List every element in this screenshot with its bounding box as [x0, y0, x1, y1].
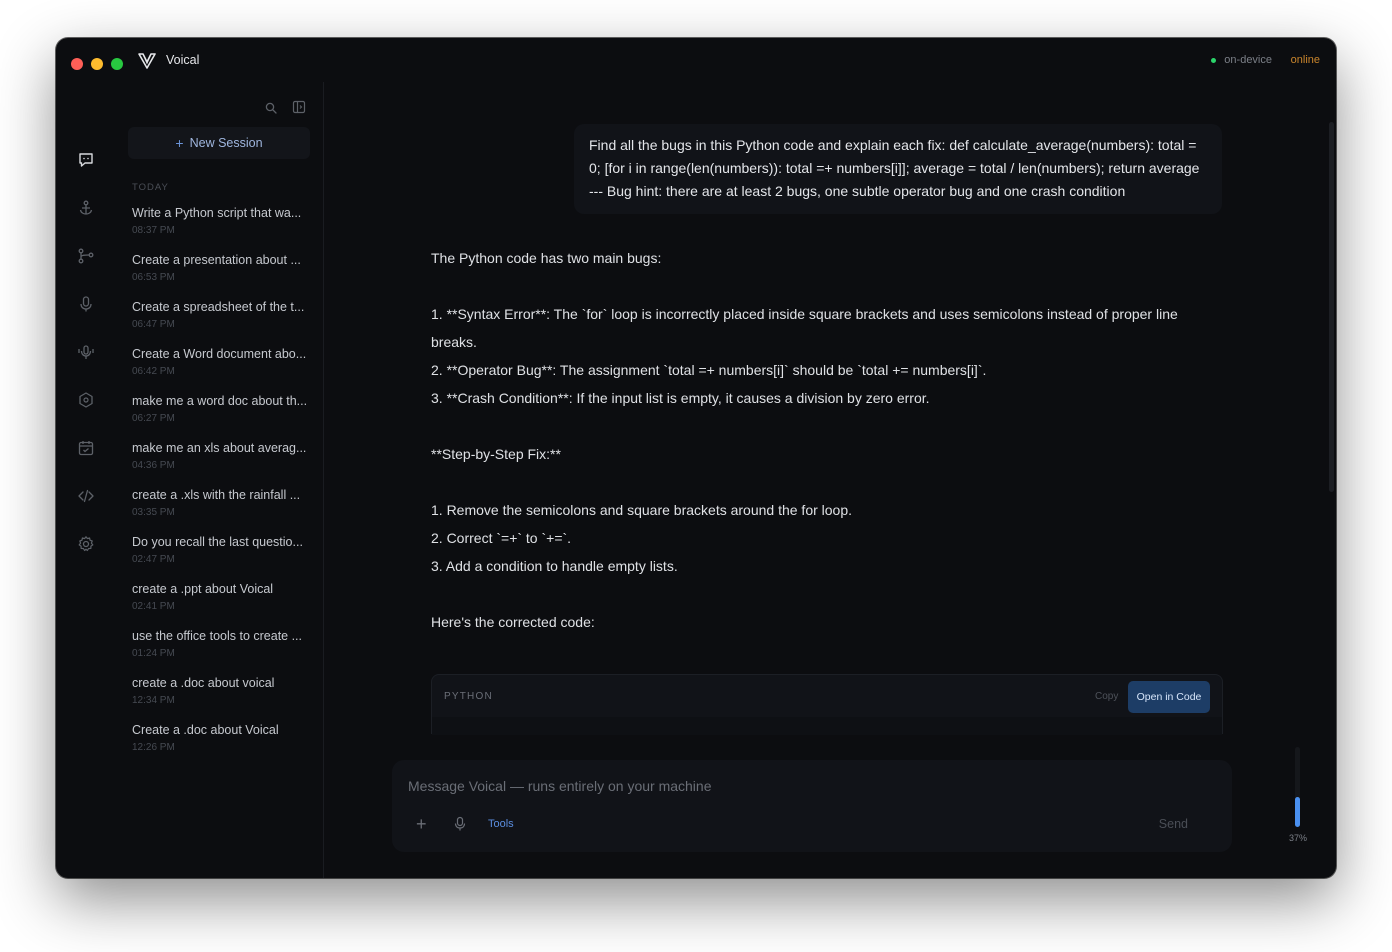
session-title: Do you recall the last questio... — [132, 535, 303, 549]
attach-plus-icon[interactable]: + — [416, 815, 427, 833]
send-button[interactable]: Send — [1159, 817, 1188, 831]
usage-meter — [1295, 747, 1300, 827]
session-title: create a .ppt about Voical — [132, 582, 274, 596]
app-title: Voical — [166, 53, 200, 67]
section-label-today: TODAY — [132, 182, 169, 193]
microphone-icon[interactable] — [72, 290, 100, 318]
assistant-line: 2. **Operator Bug**: The assignment `tot… — [431, 362, 987, 378]
window-close-button[interactable] — [71, 58, 83, 70]
session-time: 08:37 PM — [132, 225, 175, 236]
title-bar: Voical on-device online — [56, 38, 1336, 82]
session-time: 02:47 PM — [132, 554, 175, 565]
assistant-line: 3. **Crash Condition**: If the input lis… — [431, 390, 930, 406]
code-language-label: PYTHON — [444, 691, 493, 702]
message-input[interactable] — [408, 774, 1108, 798]
connection-status: online — [1290, 54, 1320, 66]
session-title: use the office tools to create ... — [132, 629, 303, 643]
session-time: 01:24 PM — [132, 648, 175, 659]
assistant-line — [431, 412, 1221, 440]
session-title: Create a presentation about ... — [132, 253, 301, 267]
session-item[interactable]: make me an xls about averag... 04:36 PM — [116, 440, 323, 487]
assistant-message: The Python code has two main bugs: 1. **… — [431, 244, 1221, 636]
session-item[interactable]: Write a Python script that wa... 08:37 PM — [116, 205, 323, 252]
session-time: 06:27 PM — [132, 413, 175, 424]
session-item[interactable]: create a .doc about voical 12:34 PM — [116, 675, 323, 722]
session-time: 12:34 PM — [132, 695, 175, 706]
session-title: make me a word doc about th... — [132, 394, 308, 408]
session-title: create a .doc about voical — [132, 676, 275, 690]
session-time: 12:26 PM — [132, 742, 175, 753]
copy-button[interactable]: Copy — [1095, 691, 1118, 702]
session-time: 06:53 PM — [132, 272, 175, 283]
search-icon[interactable] — [264, 101, 278, 115]
anchor-icon[interactable] — [72, 194, 100, 222]
voical-logo-icon — [138, 53, 156, 69]
session-item[interactable]: Create a .doc about Voical 12:26 PM — [116, 722, 323, 769]
code-content — [432, 717, 1222, 735]
session-item[interactable]: Create a presentation about ... 06:53 PM — [116, 252, 323, 299]
assistant-line: Here's the corrected code: — [431, 614, 595, 630]
gear-icon[interactable] — [72, 530, 100, 558]
open-in-code-button[interactable]: Open in Code — [1128, 681, 1210, 713]
assistant-line: 1. Remove the semicolons and square brac… — [431, 502, 853, 518]
session-item[interactable]: create a .xls with the rainfall ... 03:35… — [116, 487, 323, 534]
app-window: Voical on-device online + New Session TO… — [56, 38, 1336, 878]
assistant-line: 2. Correct `=+` to `+=`. — [431, 530, 572, 546]
assistant-line — [431, 272, 1221, 300]
chat-main: Find all the bugs in this Python code an… — [324, 82, 1336, 878]
tools-button[interactable]: Tools — [488, 818, 514, 830]
user-message: Find all the bugs in this Python code an… — [574, 124, 1222, 214]
session-title: make me an xls about averag... — [132, 441, 307, 455]
assistant-line: 3. Add a condition to handle empty lists… — [431, 558, 678, 574]
cube-icon[interactable] — [72, 386, 100, 414]
window-minimize-button[interactable] — [91, 58, 103, 70]
chat-scrollbar[interactable] — [1329, 122, 1334, 492]
voice-icon[interactable] — [72, 338, 100, 366]
assistant-line — [431, 468, 1221, 496]
session-sidebar: + New Session TODAY Write a Python scrip… — [116, 82, 324, 878]
status-indicator — [1211, 58, 1216, 63]
session-time: 03:35 PM — [132, 507, 175, 518]
sidebar-collapse-icon[interactable] — [292, 100, 306, 114]
session-item[interactable]: use the office tools to create ... 01:24 … — [116, 628, 323, 675]
assistant-line: **Step-by-Step Fix:** — [431, 446, 561, 462]
session-title: Create a Word document abo... — [132, 347, 307, 361]
session-title: Create a .doc about Voical — [132, 723, 279, 737]
new-session-label: New Session — [189, 136, 263, 150]
calendar-icon[interactable] — [72, 434, 100, 462]
assistant-line: 1. **Syntax Error**: The `for` loop is i… — [431, 306, 1178, 350]
branch-icon[interactable] — [72, 242, 100, 270]
session-item[interactable]: Create a spreadsheet of the t... 06:47 PM — [116, 299, 323, 346]
session-item[interactable]: Create a Word document abo... 06:42 PM — [116, 346, 323, 393]
microphone-icon[interactable] — [452, 816, 468, 832]
session-title: Write a Python script that wa... — [132, 206, 302, 220]
new-session-button[interactable]: + New Session — [128, 127, 310, 159]
plus-icon: + — [175, 135, 184, 151]
session-title: Create a spreadsheet of the t... — [132, 300, 305, 314]
session-title: create a .xls with the rainfall ... — [132, 488, 301, 502]
usage-meter-fill — [1295, 797, 1300, 827]
session-time: 02:41 PM — [132, 601, 175, 612]
message-composer: + Tools Send — [392, 760, 1232, 852]
session-list: Write a Python script that wa... 08:37 PM… — [116, 205, 323, 769]
code-block: PYTHON Copy Open in Code — [431, 674, 1223, 735]
chat-icon[interactable] — [72, 146, 100, 174]
window-maximize-button[interactable] — [111, 58, 123, 70]
session-item[interactable]: make me a word doc about th... 06:27 PM — [116, 393, 323, 440]
icon-rail — [56, 82, 116, 878]
session-item[interactable]: create a .ppt about Voical 02:41 PM — [116, 581, 323, 628]
session-time: 06:47 PM — [132, 319, 175, 330]
session-item[interactable]: Do you recall the last questio... 02:47 P… — [116, 534, 323, 581]
assistant-line — [431, 580, 1221, 608]
code-icon[interactable] — [72, 482, 100, 510]
session-time: 04:36 PM — [132, 460, 175, 471]
session-time: 06:42 PM — [132, 366, 175, 377]
assistant-line: The Python code has two main bugs: — [431, 250, 662, 266]
on-device-status: on-device — [1224, 54, 1272, 66]
usage-meter-label: 37% — [1289, 833, 1308, 843]
